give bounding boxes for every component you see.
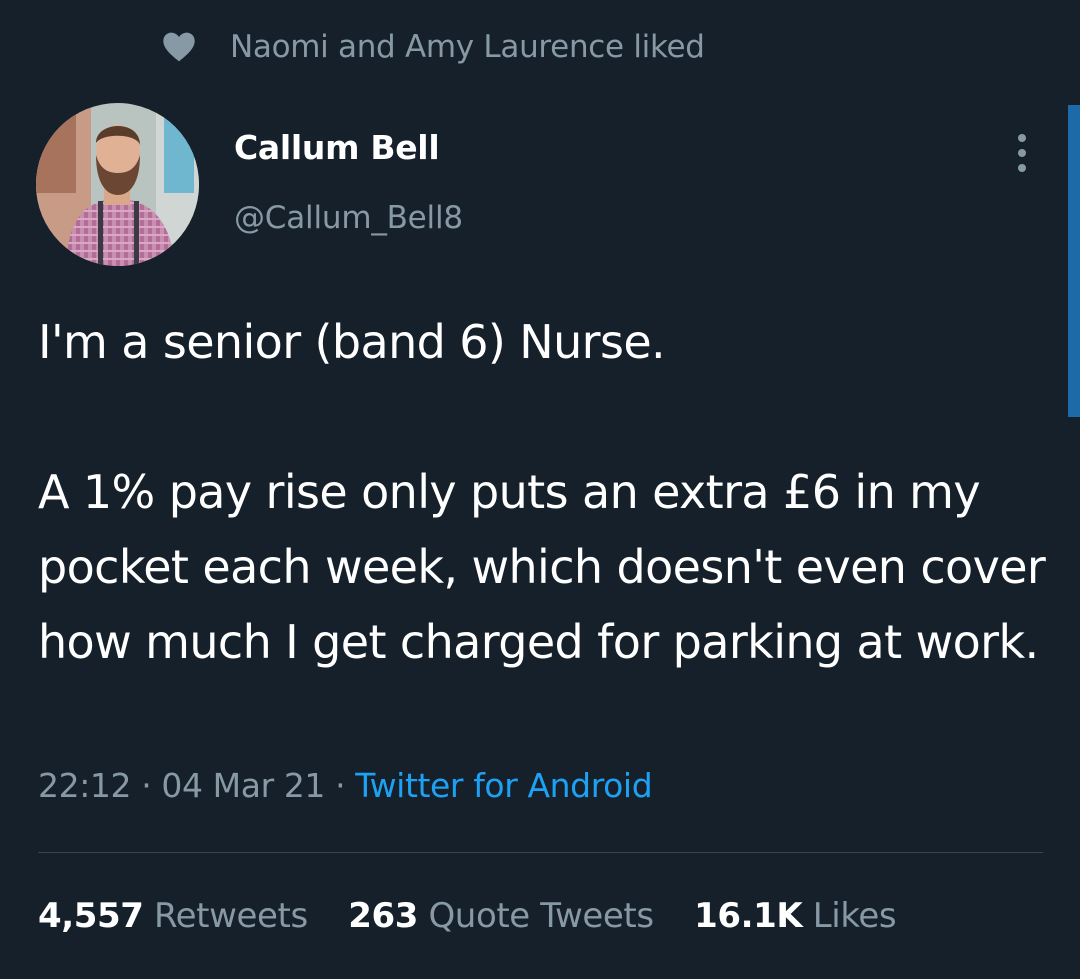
avatar[interactable] [36,103,199,266]
liked-by-text: Naomi and Amy Laurence liked [230,29,705,65]
quote-tweets-label: Quote Tweets [428,896,654,936]
likes-stat[interactable]: 16.1K Likes [694,896,897,936]
quote-tweets-stat[interactable]: 263 Quote Tweets [348,896,654,936]
quote-tweets-count: 263 [348,896,419,936]
likes-label: Likes [812,896,897,936]
tweet-metadata: 22:12 · 04 Mar 21 · Twitter for Android [38,766,653,805]
avatar-image [36,103,199,266]
more-dot-icon [1018,134,1026,142]
retweets-stat[interactable]: 4,557 Retweets [38,896,308,936]
tweet-text: I'm a senior (band 6) Nurse. A 1% pay ri… [38,315,1046,669]
scrollbar-thumb[interactable] [1068,105,1080,417]
more-options-button[interactable] [1002,128,1042,178]
divider [38,852,1043,853]
more-dot-icon [1018,149,1026,157]
meta-separator: · [325,766,356,805]
retweets-label: Retweets [153,896,308,936]
likes-count: 16.1K [694,896,803,936]
tweet-time[interactable]: 22:12 [38,766,132,805]
meta-separator: · [131,766,162,805]
heart-icon [163,32,195,62]
retweets-count: 4,557 [38,896,144,936]
tweet-detail-page: Naomi and Amy Laurence liked Callum Bell… [0,0,1080,979]
tweet-date[interactable]: 04 Mar 21 [161,766,325,805]
social-context[interactable]: Naomi and Amy Laurence liked [162,24,705,70]
author-handle[interactable]: @Callum_Bell8 [234,200,463,236]
more-dot-icon [1018,164,1026,172]
author-display-name[interactable]: Callum Bell [234,128,440,167]
tweet-stats: 4,557 Retweets 263 Quote Tweets 16.1K Li… [38,896,926,936]
tweet-source-link[interactable]: Twitter for Android [355,766,652,805]
